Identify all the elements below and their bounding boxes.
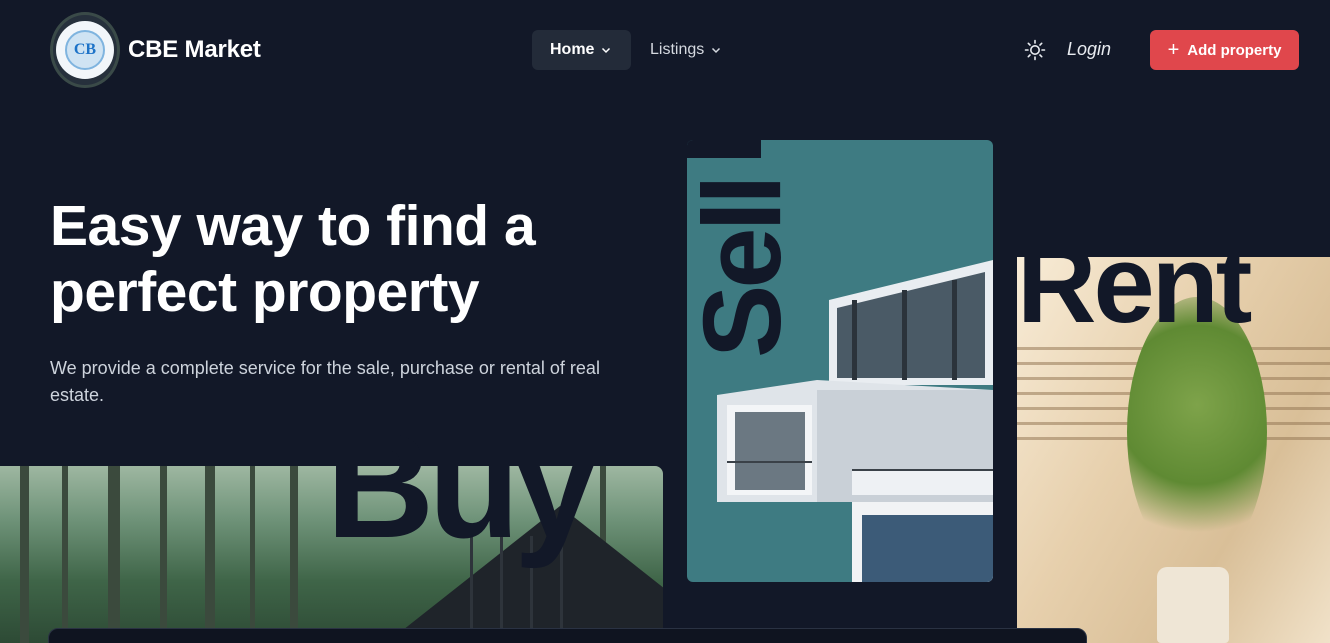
logo[interactable]: CB — [50, 12, 120, 88]
plant-pot — [1157, 567, 1229, 643]
sell-word: Sell — [681, 178, 804, 358]
logo-mark: CB — [65, 30, 105, 70]
rent-word: Rent — [1017, 223, 1252, 346]
nav-listings[interactable]: Listings — [632, 30, 746, 70]
plus-icon: + — [1167, 39, 1180, 61]
hero-headline: Easy way to find a perfect property — [50, 194, 536, 324]
sun-icon[interactable] — [1024, 39, 1046, 61]
buy-word: Buy — [326, 401, 597, 569]
add-property-label: Add property — [1187, 41, 1282, 59]
nav-home-label: Home — [550, 41, 595, 58]
brand-name[interactable]: CBE Market — [128, 36, 261, 64]
logo-badge: CB — [56, 21, 114, 79]
nav-listings-label: Listings — [650, 41, 705, 58]
site-header: CB CBE Market Home Listings Login + Add … — [0, 0, 1330, 100]
login-link[interactable]: Login — [1067, 39, 1111, 60]
add-property-button[interactable]: + Add property — [1150, 30, 1299, 70]
search-panel[interactable] — [48, 628, 1087, 643]
chevron-down-icon — [602, 47, 611, 54]
nav-home[interactable]: Home — [532, 30, 631, 70]
chevron-down-icon — [712, 47, 721, 54]
